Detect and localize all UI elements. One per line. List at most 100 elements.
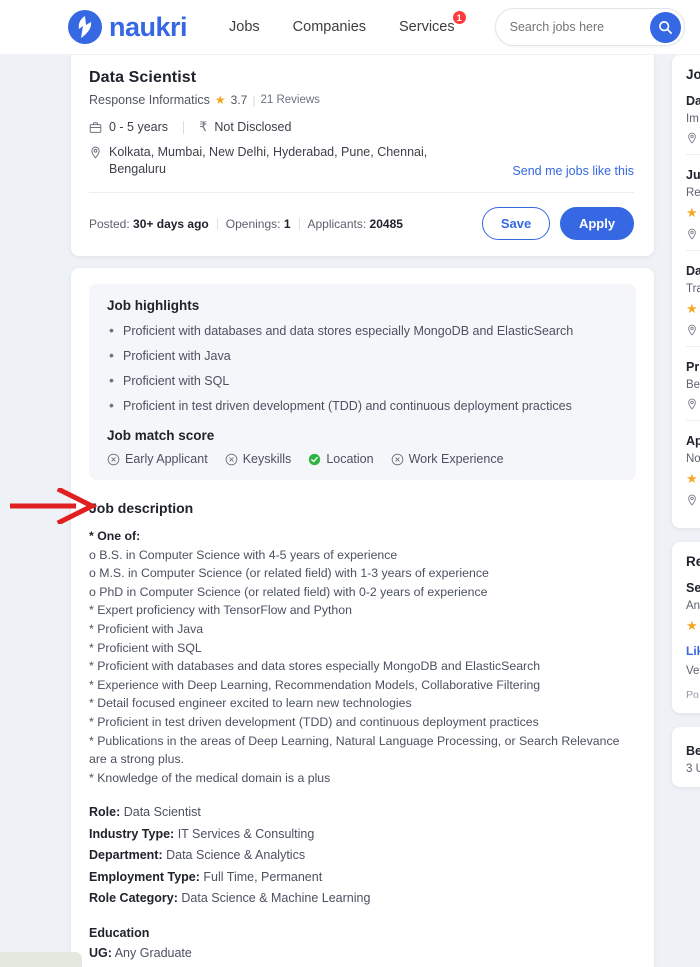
match-item-keyskills: Keyskills — [225, 452, 291, 466]
job-highlights-title: Job highlights — [107, 298, 200, 313]
location-line: Kolkata, Mumbai, New Delhi, Hyderabad, P… — [89, 135, 634, 178]
company-name[interactable]: Response Informatics — [89, 93, 210, 107]
job-detail-card: Job highlights Proficient with databases… — [71, 268, 654, 967]
divider-line — [89, 192, 634, 193]
nav-item-services[interactable]: Services 1 — [399, 11, 466, 35]
nav-item-services-label: Services — [399, 19, 455, 35]
cross-circle-icon — [107, 453, 120, 465]
jd-line: * Proficient with Java — [89, 621, 204, 636]
location-pin-icon — [688, 494, 696, 506]
cross-circle-icon — [225, 453, 237, 465]
job-stats-row: Posted: 30+ days ago Openings: 1 Applica… — [89, 207, 634, 240]
search-box[interactable] — [494, 8, 685, 46]
company-reviews-card: Re Se An ★ Lik Ve alw Po — [672, 542, 700, 713]
job-description-body: * One of: o B.S. in Computer Science wit… — [89, 527, 636, 787]
jd-line: * Proficient with SQL — [89, 640, 202, 655]
send-me-jobs-link[interactable]: Send me jobs like this — [512, 164, 634, 178]
company-row: Response Informatics ★ 3.7 | 21 Reviews — [89, 93, 634, 107]
sidebar-job-title: Da — [686, 264, 700, 278]
match-label: Location — [326, 452, 374, 466]
sidebar-job-location — [686, 324, 700, 336]
company-reviews-link[interactable]: 21 Reviews — [260, 94, 319, 106]
attribute-key: Employment Type: — [89, 869, 200, 884]
openings-value: 1 — [283, 216, 291, 231]
list-item[interactable]: Da Im — [686, 93, 700, 154]
location-row: Kolkata, Mumbai, New Delhi, Hyderabad, P… — [89, 144, 439, 178]
sidebar-job-location — [686, 228, 700, 240]
sidebar-job-title: Pr Sc — [686, 360, 700, 374]
location-pin-icon — [91, 146, 100, 159]
left-gutter — [0, 55, 71, 967]
education-title: Education — [89, 925, 150, 940]
sidebar-job-rating: ★ — [686, 301, 700, 317]
jd-line: * Proficient in test driven development … — [89, 714, 539, 729]
right-sidebar: Job Da Im Ju Re ★ — [672, 55, 700, 787]
jd-line: o B.S. in Computer Science with 4-5 year… — [89, 547, 398, 562]
attribute-key: Role Category: — [89, 891, 178, 906]
attribute-value[interactable]: Full Time, Permanent — [203, 870, 322, 884]
services-notification-badge: 1 — [452, 11, 466, 24]
attribute-value[interactable]: Data Scientist — [124, 805, 201, 819]
review-likes-label: Lik — [686, 644, 700, 658]
search-button[interactable] — [649, 12, 681, 43]
nav-item-companies-label: Companies — [292, 19, 367, 35]
rupee-icon: ₹ — [199, 119, 208, 134]
match-item-work-experience: Work Experience — [391, 452, 504, 466]
reviews-card-title: Re — [686, 554, 700, 569]
bottom-card-title: Be — [686, 744, 700, 758]
star-icon: ★ — [686, 205, 698, 220]
star-icon: ★ — [686, 618, 698, 633]
match-item-location: Location — [308, 452, 374, 466]
meta-separator — [183, 120, 185, 134]
page-title: Data Scientist — [89, 69, 197, 86]
jd-line: * Experience with Deep Learning, Recomme… — [89, 677, 541, 692]
list-item: Proficient in test driven development (T… — [107, 397, 620, 414]
jd-line: o M.S. in Computer Science (or related f… — [89, 566, 489, 581]
applicants-label: Applicants: — [307, 216, 367, 231]
similar-jobs-title: Job — [686, 67, 700, 82]
attribute-value[interactable]: IT Services & Consulting — [178, 827, 315, 841]
main-nav: Jobs Companies Services 1 — [229, 11, 466, 35]
apply-button[interactable]: Apply — [560, 207, 634, 240]
divider: | — [252, 93, 256, 107]
sidebar-job-title: Ju — [686, 168, 700, 182]
sidebar-job-company: Im — [686, 113, 699, 125]
attribute-value[interactable]: Data Science & Machine Learning — [181, 891, 370, 905]
nav-item-companies[interactable]: Companies — [293, 19, 366, 35]
education-value: Any Graduate — [114, 945, 192, 960]
search-icon — [658, 21, 672, 34]
jd-line: * Detail focused engineer excited to lea… — [89, 696, 412, 711]
review-author: Se — [686, 581, 700, 595]
save-button[interactable]: Save — [482, 207, 550, 240]
match-label: Work Experience — [408, 452, 504, 466]
attribute-key: Department: — [89, 848, 163, 863]
list-item: Proficient with SQL — [107, 372, 620, 389]
posted-label: Posted: — [89, 216, 130, 231]
list-item[interactable]: Da Tra ★ — [686, 250, 700, 346]
check-circle-icon — [309, 453, 321, 465]
naukri-logo[interactable]: naukri — [68, 10, 188, 44]
openings-label: Openings: — [225, 216, 281, 231]
search-input[interactable] — [509, 20, 640, 34]
experience-value: 0 - 5 years — [109, 120, 169, 134]
list-item[interactable]: Ju Re ★ — [686, 154, 700, 250]
list-item[interactable]: Pr Sc Be — [686, 346, 700, 420]
sidebar-job-title: Da — [686, 94, 700, 108]
list-item[interactable]: Ap No ★ — [686, 420, 700, 516]
list-item: Proficient with Java — [107, 347, 620, 364]
job-detail-page: naukri Jobs Companies Services 1 Search … — [0, 0, 700, 967]
education-row: UG: Any Graduate — [89, 943, 636, 965]
attribute-row: Role: Data Scientist — [89, 802, 636, 824]
nav-item-jobs[interactable]: Jobs — [229, 19, 260, 35]
job-header-card: Data Scientist Response Informatics ★ 3.… — [71, 55, 654, 256]
sidebar-job-rating: ★ — [686, 471, 700, 487]
attribute-value[interactable]: Data Science & Analytics — [166, 848, 305, 862]
posted-value: 30+ days ago — [133, 216, 209, 231]
bottom-left-chip[interactable] — [0, 952, 82, 967]
sidebar-bottom-card: Be 3 U — [672, 727, 700, 787]
jd-lead: * One of: — [89, 529, 141, 543]
sidebar-job-company: Tra — [686, 283, 700, 295]
list-item: Proficient with databases and data store… — [107, 322, 620, 339]
star-icon: ★ — [214, 93, 226, 107]
